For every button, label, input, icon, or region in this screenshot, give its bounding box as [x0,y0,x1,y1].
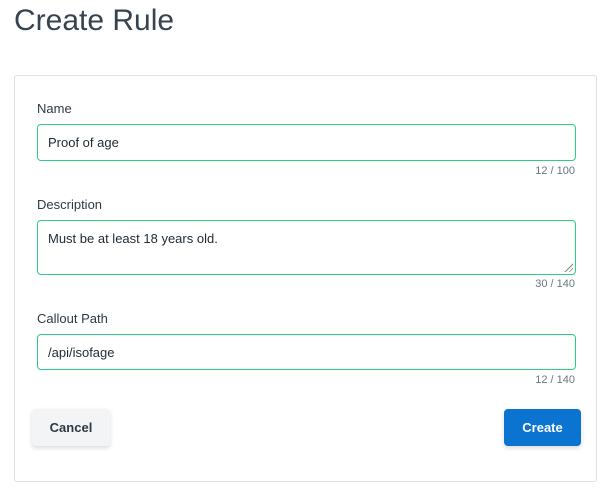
resize-handle-icon[interactable] [563,262,573,272]
description-value: Must be at least 18 years old. [48,231,218,246]
callout-path-input[interactable]: /api/isofage [37,334,576,370]
name-label: Name [37,101,72,116]
callout-path-label: Callout Path [37,311,108,326]
description-counter: 30 / 140 [535,278,575,290]
cancel-button[interactable]: Cancel [32,409,110,446]
create-button[interactable]: Create [504,409,581,446]
callout-path-counter: 12 / 140 [535,374,575,386]
description-label: Description [37,197,103,212]
name-input[interactable]: Proof of age [37,124,576,161]
page-title: Create Rule [14,4,175,37]
description-textarea[interactable]: Must be at least 18 years old. [37,220,576,275]
name-counter: 12 / 100 [535,165,575,177]
create-rule-form: Name Proof of age 12 / 100 Description M… [14,75,597,482]
